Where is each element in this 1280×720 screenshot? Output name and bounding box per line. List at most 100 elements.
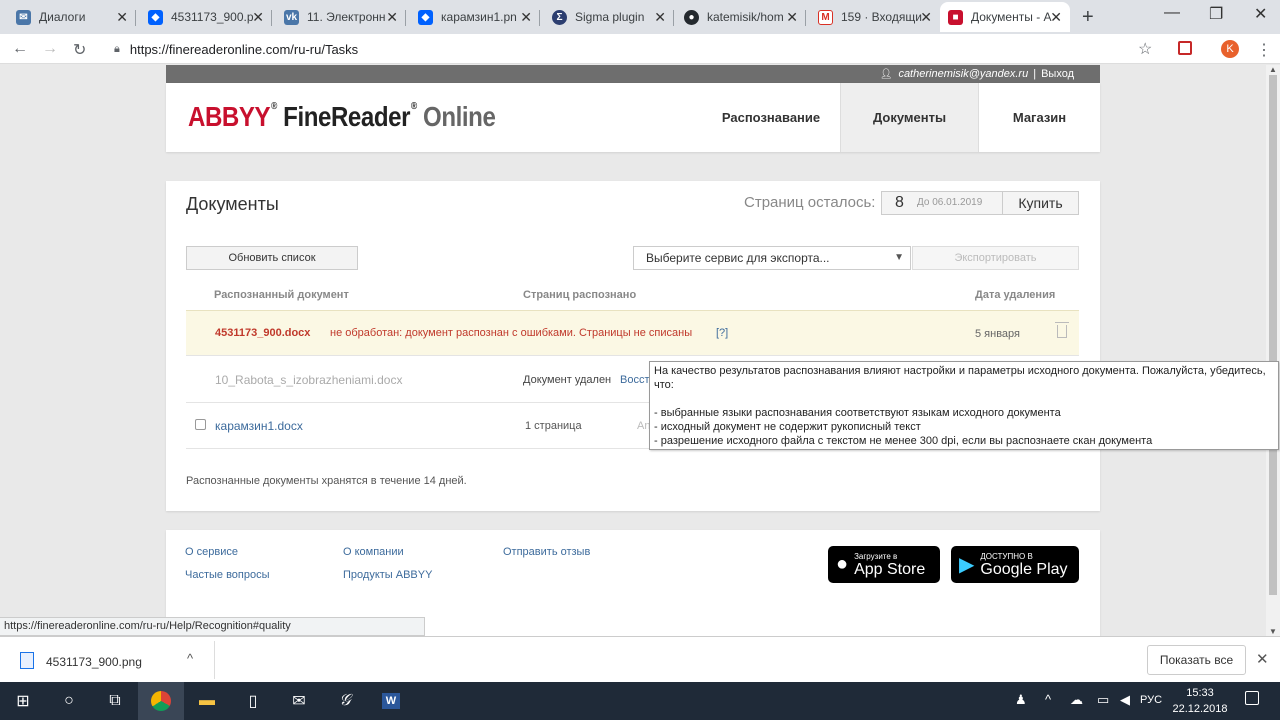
footer-link-faq[interactable]: Частые вопросы [185, 569, 270, 581]
table-header: Распознанный документ Страниц распознано… [186, 289, 1079, 309]
new-tab-icon[interactable]: + [1082, 6, 1094, 29]
chrome-icon[interactable] [138, 682, 184, 720]
word-icon[interactable]: W [368, 682, 414, 720]
footer-link-about-service[interactable]: О сервисе [185, 546, 238, 558]
url-field[interactable]: 🔒︎ https://finereaderonline.com/ru-ru/Ta… [106, 37, 1166, 61]
volume-icon[interactable]: ◀ [1120, 692, 1130, 708]
image-file-icon [20, 652, 34, 669]
gmail-icon: M [818, 9, 833, 25]
scrollbar-thumb[interactable] [1269, 75, 1277, 595]
profile-avatar[interactable]: K [1221, 40, 1239, 58]
minimize-icon[interactable]: — [1164, 4, 1180, 22]
chevron-down-icon: ▼ [894, 252, 904, 263]
recognition-quality-tooltip: На качество результатов распознавания вл… [649, 361, 1279, 450]
pages-left-box: 8 До 06.01.2019 Купить [881, 191, 1079, 215]
documents-panel: Документы Страниц осталось: 8 До 06.01.2… [166, 181, 1100, 511]
app-store-badge[interactable]: ● Загрузите в App Store [828, 546, 940, 583]
close-tab-icon[interactable]: ✕ [920, 9, 932, 26]
footer-link-about-company[interactable]: О компании [343, 546, 404, 558]
app-icon[interactable]: 𝒢 [322, 682, 368, 720]
chevron-up-icon[interactable]: ^ [187, 651, 193, 666]
tab-abbyy-documents[interactable]: ■ Документы - А ✕ [940, 2, 1070, 32]
maximize-icon[interactable]: ❐ [1209, 4, 1223, 24]
show-all-button[interactable]: Показать все [1147, 645, 1246, 675]
pages-recognized: 1 страница [525, 420, 582, 432]
export-button[interactable]: Экспортировать [912, 246, 1079, 270]
bookmark-star-icon[interactable]: ☆ [1138, 39, 1152, 59]
download-bar: 4531173_900.png ^ Показать все ✕ [0, 636, 1280, 682]
chevron-up-icon[interactable]: ^ [1045, 692, 1051, 707]
onedrive-icon[interactable]: ☁ [1070, 692, 1083, 708]
browser-menu-icon[interactable]: ⋮ [1256, 40, 1272, 60]
close-tab-icon[interactable]: ✕ [386, 9, 398, 26]
tab-vk[interactable]: vk 11. Электронн ✕ [276, 2, 406, 32]
document-status: Документ удален [523, 374, 612, 386]
nav-documents[interactable]: Документы [840, 83, 979, 152]
close-icon[interactable]: ✕ [1256, 650, 1269, 668]
extension-icon[interactable] [1178, 41, 1192, 55]
document-name: 10_Rabota_s_izobrazheniami.docx [215, 373, 403, 387]
close-tab-icon[interactable]: ✕ [654, 9, 666, 26]
row-checkbox[interactable] [195, 419, 206, 430]
document-name[interactable]: 4531173_900.docx [215, 327, 310, 339]
reload-icon[interactable]: ↻ [73, 40, 86, 60]
search-icon[interactable]: ○ [46, 682, 92, 720]
scroll-down-icon[interactable]: ▼ [1269, 627, 1277, 636]
download-file-name[interactable]: 4531173_900.png [46, 655, 142, 669]
footer-link-feedback[interactable]: Отправить отзыв [503, 546, 590, 558]
page-scrollbar[interactable]: ▲ ▼ [1266, 65, 1280, 636]
tab-gmail[interactable]: M 159 · Входящи ✕ [810, 2, 940, 32]
dropbox-icon: ◆ [148, 9, 163, 25]
tab-sigma[interactable]: Σ Sigma plugin ✕ [544, 2, 674, 32]
close-tab-icon[interactable]: ✕ [116, 9, 128, 26]
input-language[interactable]: РУС [1140, 694, 1162, 706]
task-view-icon[interactable]: ⧉ [92, 682, 138, 720]
status-bar-url: https://finereaderonline.com/ru-ru/Help/… [0, 617, 425, 636]
abbyy-finereader-logo[interactable]: ABBYY® FineReader® Online [188, 101, 496, 133]
system-clock[interactable]: 15:33 22.12.2018 [1170, 685, 1230, 717]
column-header-document: Распознанный документ [214, 289, 349, 301]
help-link[interactable]: [?] [716, 327, 728, 339]
tab-github[interactable]: ● katemisik/hom ✕ [676, 2, 806, 32]
browser-tab-bar: ✉ Диалоги ✕ ◆ 4531173_900.p ✕ vk 11. Эле… [0, 0, 1280, 34]
close-tab-icon[interactable]: ✕ [1050, 9, 1062, 26]
google-play-icon: ▶ [959, 554, 975, 576]
close-tab-icon[interactable]: ✕ [252, 9, 264, 26]
footer-link-products[interactable]: Продукты ABBYY [343, 569, 432, 581]
close-tab-icon[interactable]: ✕ [520, 9, 532, 26]
lock-icon: 🔒︎ [114, 42, 120, 55]
file-explorer-icon[interactable]: ▬ [184, 682, 230, 720]
close-tab-icon[interactable]: ✕ [786, 9, 798, 26]
tab-dropbox-1[interactable]: ◆ 4531173_900.p ✕ [140, 2, 272, 32]
page-title: Документы [186, 194, 279, 214]
error-message: не обработан: документ распознан с ошибк… [330, 327, 693, 339]
trash-icon[interactable] [1055, 322, 1069, 338]
forward-icon[interactable]: → [42, 40, 58, 58]
document-name[interactable]: карамзин1.docx [215, 419, 303, 433]
tab-dropbox-2[interactable]: ◆ карамзин1.pn ✕ [410, 2, 540, 32]
page-viewport: 👤︎ catherinemisik@yandex.ru | Выход ABBY… [0, 65, 1266, 636]
export-service-select[interactable]: Выберите сервис для экспорта... ▼ [633, 246, 911, 270]
people-icon[interactable]: ♟ [1015, 692, 1027, 708]
notifications-icon[interactable] [1245, 691, 1259, 705]
back-icon[interactable]: ← [12, 40, 28, 58]
network-icon[interactable]: ▭ [1097, 692, 1109, 708]
tab-dialogs[interactable]: ✉ Диалоги ✕ [8, 2, 136, 32]
scroll-up-icon[interactable]: ▲ [1269, 65, 1277, 74]
nav-shop[interactable]: Магазин [979, 83, 1100, 152]
restore-link[interactable]: Восст [620, 374, 650, 386]
close-window-icon[interactable]: ✕ [1254, 4, 1267, 24]
delete-date: 5 января [975, 328, 1020, 340]
refresh-list-button[interactable]: Обновить список [186, 246, 358, 270]
mail-icon[interactable]: ✉ [276, 682, 322, 720]
user-email[interactable]: catherinemisik@yandex.ru [898, 68, 1028, 80]
pages-left-count: 8 [895, 194, 904, 211]
buy-button[interactable]: Купить [1002, 192, 1078, 214]
logout-link[interactable]: Выход [1041, 68, 1074, 80]
nav-recognition[interactable]: Распознавание [702, 83, 840, 152]
pages-valid-until: До 06.01.2019 [917, 197, 983, 208]
windows-start-icon[interactable]: ⊞ [0, 682, 46, 720]
file-icon[interactable]: ▯ [230, 682, 276, 720]
vk-messages-icon: ✉ [16, 9, 31, 25]
google-play-badge[interactable]: ▶ ДОСТУПНО В Google Play [951, 546, 1079, 583]
